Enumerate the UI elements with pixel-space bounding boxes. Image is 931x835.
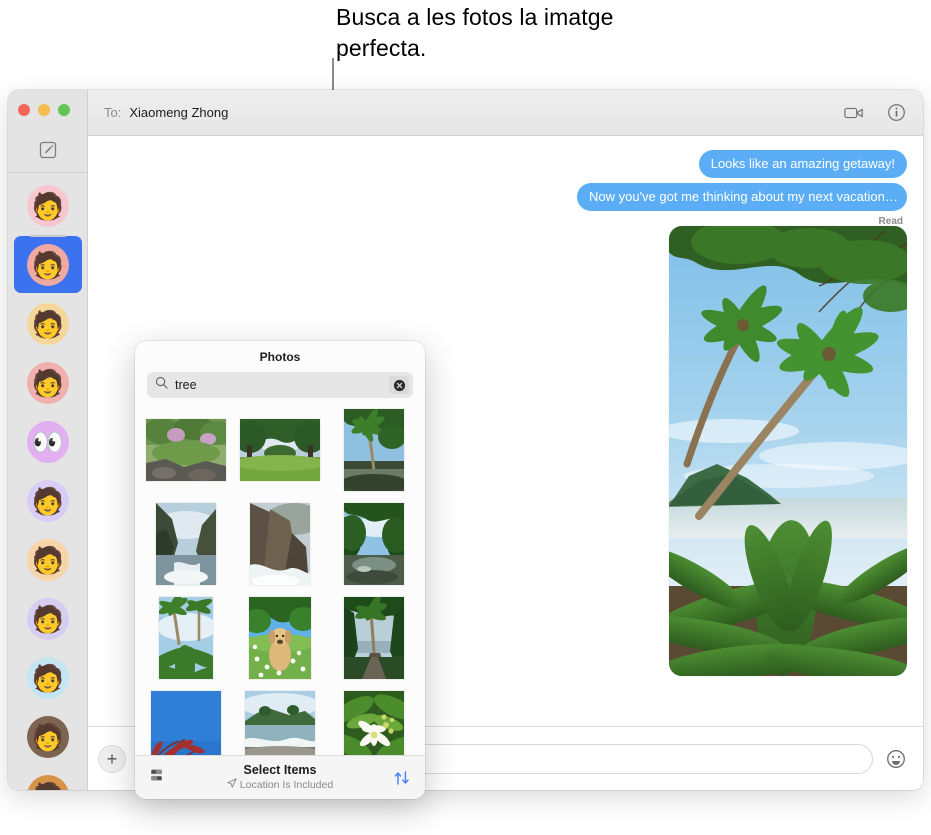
conversation-titlebar: To: Xiaomeng Zhong bbox=[88, 90, 923, 136]
rocky-shoreline-surf-thumb[interactable] bbox=[239, 502, 321, 586]
conversation-item-0[interactable]: 🧑 bbox=[8, 176, 88, 235]
recipient-name[interactable]: Xiaomeng Zhong bbox=[129, 105, 228, 120]
conversation-item-5[interactable]: 🧑 bbox=[8, 471, 88, 530]
screenshot-root: Busca a les fotos la imatge perfecta. 🧑 … bbox=[0, 0, 931, 835]
conversations-sidebar: 🧑 🧑 🧑 🧑 👀 🧑 🧑 🧑 🧑 🧑 bbox=[8, 90, 88, 790]
dog-in-flower-field-thumb[interactable] bbox=[239, 596, 321, 680]
search-field[interactable] bbox=[147, 372, 413, 398]
avatar: 🧑 bbox=[27, 479, 69, 522]
avatar: 🧑 bbox=[27, 361, 69, 404]
conversation-item-6[interactable]: 🧑 bbox=[8, 530, 88, 589]
select-items-label: Select Items bbox=[243, 763, 317, 777]
video-camera-icon[interactable] bbox=[841, 100, 867, 126]
sidebar-divider bbox=[8, 172, 88, 173]
conversation-item-7[interactable]: 🧑 bbox=[8, 589, 88, 648]
layout-toggle-icon[interactable] bbox=[149, 767, 165, 788]
photos-popover: Photos tree Select Items Location Is Inc… bbox=[135, 341, 425, 799]
callout-caption: Busca a les fotos la imatge perfecta. bbox=[336, 4, 614, 61]
location-status: Location Is Included bbox=[135, 778, 425, 792]
popover-title: Photos bbox=[259, 350, 301, 364]
conversation-item-2[interactable]: 🧑 bbox=[8, 294, 88, 353]
to-label: To: bbox=[104, 105, 122, 120]
list-separator bbox=[30, 235, 66, 237]
conversation-item-1-selected[interactable]: 🧑 bbox=[8, 235, 88, 294]
conversation-list: 🧑 🧑 🧑 🧑 👀 🧑 🧑 🧑 🧑 🧑 bbox=[8, 176, 88, 790]
message-bubble-outgoing[interactable]: Now you've got me thinking about my next… bbox=[577, 183, 911, 211]
palm-tree-river-thumb[interactable] bbox=[333, 408, 415, 492]
red-leaves-blue-sky-thumb[interactable] bbox=[145, 690, 227, 755]
avatar: 🧑 bbox=[27, 715, 69, 758]
search-container bbox=[135, 372, 425, 408]
avatar: 🧑 bbox=[27, 538, 69, 581]
avatar: 🧑 bbox=[27, 184, 69, 227]
message-row: Looks like an amazing getaway! bbox=[104, 150, 907, 178]
coastal-cliffs-sea-thumb[interactable] bbox=[145, 502, 227, 586]
info-circle-icon[interactable] bbox=[883, 100, 909, 126]
forest-stream-rocks-thumb[interactable] bbox=[145, 408, 227, 492]
minimize-button[interactable] bbox=[38, 104, 50, 116]
location-arrow-icon bbox=[227, 778, 237, 792]
white-flower-leaves-thumb[interactable] bbox=[333, 690, 415, 755]
clear-x-circle-icon[interactable] bbox=[389, 376, 409, 394]
message-row: Now you've got me thinking about my next… bbox=[104, 183, 911, 211]
location-status-label: Location Is Included bbox=[239, 778, 334, 791]
conversation-item-10[interactable]: 🧑 bbox=[8, 766, 88, 790]
avatar: 🧑 bbox=[27, 597, 69, 640]
beach-shoreline-thumb[interactable] bbox=[239, 690, 321, 755]
jungle-river-reflection-thumb[interactable] bbox=[333, 502, 415, 586]
magnifying-glass-icon bbox=[155, 376, 168, 394]
avatar: 🧑 bbox=[27, 656, 69, 699]
conversation-item-9[interactable]: 🧑 bbox=[8, 707, 88, 766]
conversation-item-3[interactable]: 🧑 bbox=[8, 353, 88, 412]
conversation-item-4[interactable]: 👀 bbox=[8, 412, 88, 471]
green-meadow-trees-thumb[interactable] bbox=[239, 408, 321, 492]
zoom-button[interactable] bbox=[58, 104, 70, 116]
photo-grid bbox=[135, 408, 425, 755]
attached-photo-tropical-beach[interactable] bbox=[669, 226, 907, 676]
palm-trees-foliage-thumb[interactable] bbox=[145, 596, 227, 680]
compose-new-message-icon[interactable] bbox=[36, 138, 60, 162]
close-button[interactable] bbox=[18, 104, 30, 116]
avatar: 👀 bbox=[27, 420, 69, 463]
palm-path-ocean-thumb[interactable] bbox=[333, 596, 415, 680]
sort-arrows-icon[interactable] bbox=[393, 769, 411, 787]
smiley-face-icon[interactable] bbox=[883, 746, 909, 772]
search-input[interactable] bbox=[175, 378, 382, 392]
conversation-item-8[interactable]: 🧑 bbox=[8, 648, 88, 707]
avatar: 🧑 bbox=[27, 243, 69, 286]
avatar: 🧑 bbox=[27, 774, 69, 790]
window-controls bbox=[18, 104, 70, 116]
popover-footer: Select Items Location Is Included bbox=[135, 755, 425, 799]
plus-icon[interactable]: + bbox=[98, 744, 126, 773]
avatar: 🧑 bbox=[27, 302, 69, 345]
footer-status: Select Items Location Is Included bbox=[135, 763, 425, 792]
message-bubble-outgoing[interactable]: Looks like an amazing getaway! bbox=[698, 150, 907, 178]
